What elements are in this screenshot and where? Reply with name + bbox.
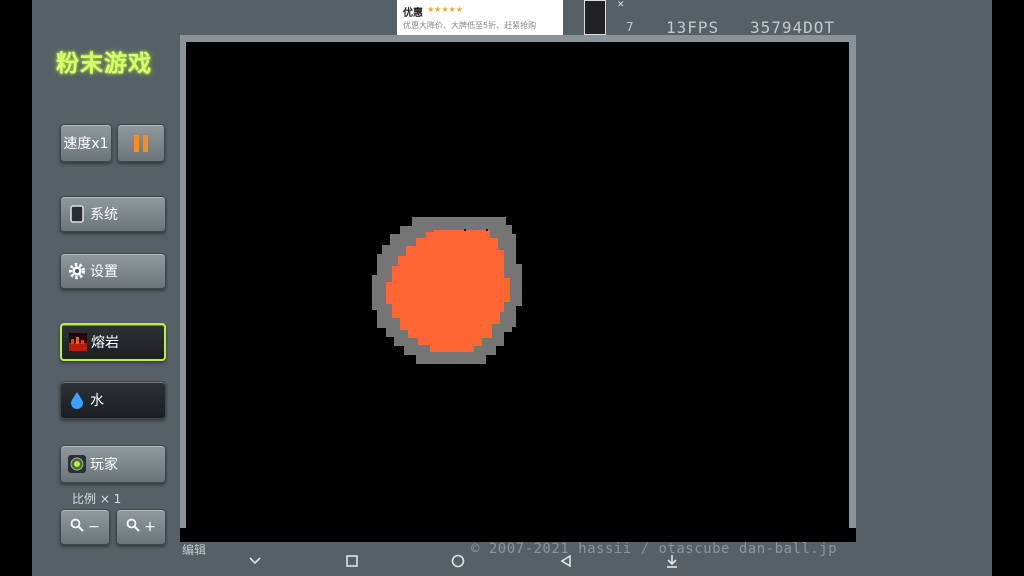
ad-thumbnail[interactable]	[584, 0, 606, 35]
tablet-icon	[68, 205, 86, 223]
dot-count-readout: 35794DOT	[750, 18, 836, 37]
circle-icon[interactable]	[446, 551, 470, 571]
thumb-count: 7	[626, 20, 634, 34]
chevron-down-icon[interactable]	[243, 551, 267, 571]
edit-label[interactable]: 编辑	[182, 541, 206, 558]
settings-label: 设置	[90, 264, 118, 280]
element-water-label: 水	[90, 393, 104, 409]
zoom-out-button[interactable]: −	[60, 509, 110, 545]
player-icon	[68, 455, 86, 473]
ad-rating-stars: ★★★★★	[427, 5, 463, 14]
lava-blob	[372, 217, 522, 364]
magnifier-icon	[70, 518, 84, 536]
pause-icon	[134, 134, 148, 152]
game-logo: 粉末游戏	[56, 51, 152, 77]
copyright-text: © 2007-2021 hassii / otascube dan-ball.j…	[471, 541, 838, 557]
player-label: 玩家	[90, 457, 118, 473]
water-drop-icon	[68, 391, 86, 409]
player-button[interactable]: 玩家	[60, 445, 166, 483]
pause-button[interactable]	[117, 124, 165, 162]
element-lava-button[interactable]: 熔岩	[60, 323, 166, 361]
element-water-button[interactable]: 水	[60, 381, 166, 419]
system-label: 系统	[90, 207, 118, 223]
lava-icon	[69, 333, 87, 351]
gear-icon	[68, 262, 86, 280]
left-letterbox	[0, 0, 32, 576]
game-canvas[interactable]	[186, 42, 849, 528]
canvas-bottom-strip	[180, 528, 856, 542]
ad-title: 优惠	[403, 8, 423, 19]
zoom-in-label: +	[144, 519, 156, 535]
ad-banner[interactable]: 优惠 ★★★★★ 优惠大降价、大牌低至5折、赶紧抢购	[397, 0, 563, 35]
back-icon[interactable]	[554, 551, 578, 571]
zoom-in-button[interactable]: +	[116, 509, 166, 545]
square-icon[interactable]	[340, 551, 364, 571]
ad-description: 优惠大降价、大牌低至5折、赶紧抢购	[403, 21, 537, 30]
settings-button[interactable]: 设置	[60, 253, 166, 289]
scale-label: 比例 × 1	[72, 492, 122, 506]
zoom-out-label: −	[88, 519, 100, 535]
magnifier-icon	[126, 518, 140, 536]
fps-readout: 13FPS	[666, 18, 720, 37]
speed-label: 速度x1	[63, 136, 109, 152]
close-icon[interactable]: ✕	[617, 0, 625, 10]
download-icon[interactable]	[660, 551, 684, 571]
system-button[interactable]: 系统	[60, 196, 166, 232]
element-lava-label: 熔岩	[91, 335, 119, 351]
speed-button[interactable]: 速度x1	[60, 124, 112, 162]
right-letterbox	[992, 0, 1024, 576]
